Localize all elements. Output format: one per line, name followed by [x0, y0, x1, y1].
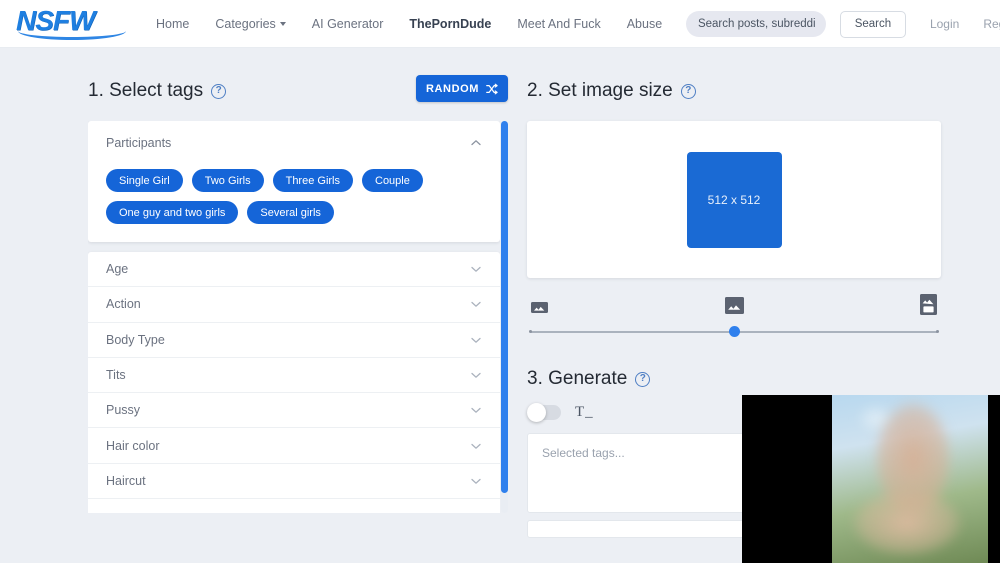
- search-input[interactable]: Search posts, subreddi: [685, 11, 826, 37]
- tag-group-age[interactable]: Age: [88, 252, 500, 288]
- shuffle-icon: [486, 83, 498, 94]
- tag-chip[interactable]: Two Girls: [191, 169, 264, 192]
- tag-chip[interactable]: Couple: [362, 169, 423, 192]
- tag-group-haircut-label: Haircut: [106, 473, 146, 488]
- tag-group-tits[interactable]: Tits: [88, 358, 500, 394]
- slider-end-right: [936, 329, 939, 333]
- nav-link-ai-generator[interactable]: AI Generator: [312, 17, 384, 31]
- random-button-label: RANDOM: [425, 82, 480, 95]
- tag-group-participants-header[interactable]: Participants: [88, 121, 500, 165]
- tags-panel: Participants Single Girl Two Girls Three…: [88, 121, 508, 513]
- tag-group-pussy-label: Pussy: [106, 403, 141, 418]
- primary-nav: Home Categories AI Generator ThePornDude…: [156, 17, 688, 31]
- top-navbar: NSFW Home Categories AI Generator ThePor…: [0, 0, 1000, 48]
- step1-header: 1. Select tags ? RANDOM: [88, 75, 508, 106]
- image-size-large-icon[interactable]: [920, 294, 937, 315]
- tag-group-body-type[interactable]: Body Type: [88, 323, 500, 358]
- tag-chip[interactable]: Several girls: [247, 201, 334, 224]
- chevron-up-icon: [471, 140, 481, 146]
- media-overlay-popup[interactable]: [742, 395, 1000, 563]
- participants-chip-list: Single Girl Two Girls Three Girls Couple…: [88, 165, 500, 224]
- tag-group-pussy[interactable]: Pussy: [88, 393, 500, 429]
- toggle-knob: [527, 403, 546, 422]
- media-overlay-blur: [832, 395, 988, 563]
- nav-link-categories[interactable]: Categories: [215, 16, 286, 31]
- step2-header: 2. Set image size ?: [527, 76, 941, 106]
- slider-knob[interactable]: [728, 326, 740, 337]
- nav-link-meet-and-fuck[interactable]: Meet And Fuck: [517, 17, 600, 31]
- nav-link-abuse[interactable]: Abuse: [627, 17, 662, 31]
- page-body: 1. Select tags ? RANDOM Participants Sin…: [0, 48, 1000, 563]
- tag-group-participants: Participants Single Girl Two Girls Three…: [88, 121, 500, 242]
- tag-group-next-partial[interactable]: [88, 499, 500, 513]
- tags-scroll-viewport: Participants Single Girl Two Girls Three…: [88, 121, 500, 513]
- image-size-icon-row: [527, 294, 941, 315]
- tag-group-hair-color-label: Hair color: [106, 438, 160, 453]
- chevron-down-icon: [471, 302, 481, 308]
- selected-tags-placeholder: Selected tags...: [542, 446, 625, 460]
- media-overlay-thumbnail: [832, 395, 988, 563]
- chevron-down-icon: [279, 22, 286, 27]
- help-icon-step1[interactable]: ?: [211, 83, 227, 99]
- slider-end-left: [529, 329, 532, 333]
- nav-link-theporndude[interactable]: ThePornDude: [409, 17, 491, 31]
- tag-group-hair-color[interactable]: Hair color: [88, 428, 500, 464]
- nav-link-home[interactable]: Home: [156, 17, 189, 31]
- search-button[interactable]: Search: [839, 10, 906, 38]
- nav-right-cluster: Search posts, subreddi Search Login Regi…: [685, 0, 1000, 48]
- tag-group-haircut[interactable]: Haircut: [88, 464, 500, 500]
- text-prompt-icon[interactable]: T_: [575, 404, 594, 421]
- chevron-down-icon: [471, 337, 481, 343]
- step3-title: 3. Generate: [527, 368, 628, 389]
- tag-chip[interactable]: Single Girl: [106, 169, 183, 192]
- image-size-small-icon[interactable]: [531, 299, 548, 315]
- tag-chip[interactable]: One guy and two girls: [106, 201, 239, 224]
- chevron-down-icon: [471, 478, 481, 484]
- image-size-medium-icon[interactable]: [724, 296, 744, 315]
- image-size-preview[interactable]: 512 x 512: [686, 151, 782, 248]
- tag-group-tits-label: Tits: [106, 368, 126, 383]
- chevron-down-icon: [471, 266, 481, 272]
- tag-chip[interactable]: Three Girls: [272, 169, 353, 192]
- step2-title: 2. Set image size: [527, 80, 673, 101]
- step1-title: 1. Select tags: [88, 80, 204, 101]
- image-size-slider[interactable]: [527, 325, 941, 339]
- chevron-down-icon: [471, 443, 481, 449]
- text-mode-toggle[interactable]: [527, 403, 561, 422]
- tag-group-participants-label: Participants: [106, 136, 172, 150]
- tag-group-age-label: Age: [106, 262, 129, 277]
- site-logo[interactable]: NSFW: [16, 6, 128, 41]
- tag-group-action-label: Action: [106, 297, 141, 312]
- search-input-placeholder: Search posts, subreddi: [697, 18, 816, 30]
- image-size-preview-card: 512 x 512: [527, 121, 941, 278]
- login-link[interactable]: Login: [930, 17, 959, 31]
- chevron-down-icon: [471, 372, 481, 378]
- logo-swoosh-decoration: [18, 31, 126, 40]
- help-icon-step2[interactable]: ?: [680, 83, 696, 99]
- nav-link-categories-label: Categories: [215, 16, 276, 31]
- tag-group-body-type-label: Body Type: [106, 332, 165, 347]
- register-link[interactable]: Regis: [983, 17, 1000, 31]
- tag-group-action[interactable]: Action: [88, 287, 500, 323]
- tags-scrollbar-thumb[interactable]: [501, 121, 508, 493]
- tag-group-accordion: Age Action Body Type Tits Pussy Hair col…: [88, 252, 500, 513]
- help-icon-step3[interactable]: ?: [635, 371, 651, 387]
- chevron-down-icon: [471, 408, 481, 414]
- step3-header: 3. Generate ?: [527, 364, 941, 394]
- tags-scrollbar[interactable]: [501, 121, 508, 513]
- random-button[interactable]: RANDOM: [416, 75, 508, 102]
- step1-column: 1. Select tags ? RANDOM Participants Sin…: [88, 75, 508, 513]
